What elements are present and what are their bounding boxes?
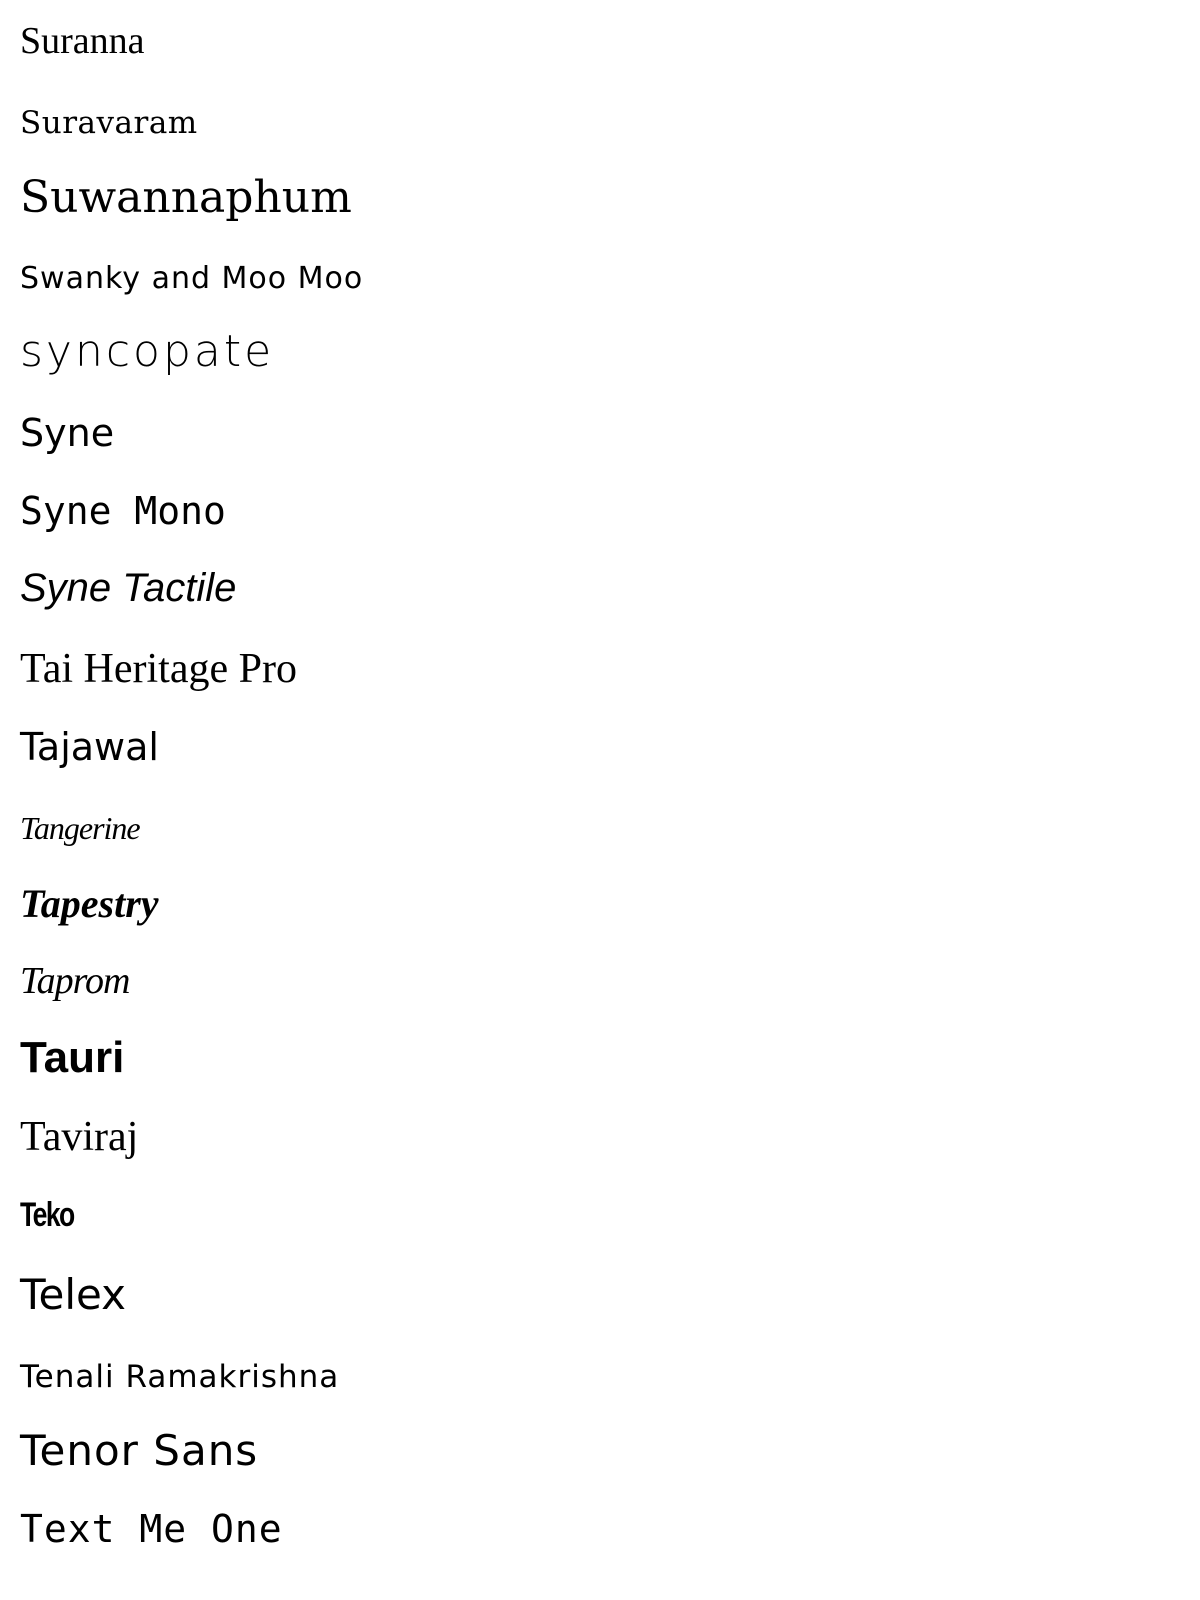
font-name-suranna: Suranna — [20, 20, 145, 62]
font-name-syne: Syne — [20, 411, 115, 455]
font-name-taviraj: Taviraj — [20, 1114, 139, 1160]
font-name-suwannaphum: Suwannaphum — [20, 172, 352, 223]
font-name-tenali-ramakrishna: Tenali Ramakrishna — [20, 1359, 340, 1395]
font-name-suravaram: Suravaram — [20, 105, 198, 141]
font-name-syne-mono: Syne Mono — [20, 489, 226, 533]
font-name-syne-tactile: Syne Tactile — [20, 566, 237, 610]
font-name-tenor-sans: Tenor Sans — [20, 1426, 259, 1475]
font-name-tauri: Tauri — [20, 1033, 125, 1082]
font-specimen-list: Suranna Suravaram Suwannaphum Swanky and… — [20, 0, 1180, 1600]
font-name-teko: Teko — [20, 1196, 75, 1234]
font-name-text-me-one: Text Me One — [20, 1507, 283, 1551]
font-name-tajawal: Tajawal — [20, 725, 159, 769]
font-name-tapestry: Tapestry — [20, 881, 159, 926]
font-name-tai-heritage-pro: Tai Heritage Pro — [20, 646, 297, 692]
font-name-syncopate: syncopate — [20, 326, 275, 377]
font-name-tangerine: Tangerine — [20, 810, 141, 846]
font-name-swanky-and-moo-moo: Swanky and Moo Moo — [20, 261, 364, 296]
font-name-taprom: Taprom — [20, 960, 130, 1002]
font-name-telex: Telex — [20, 1270, 126, 1319]
